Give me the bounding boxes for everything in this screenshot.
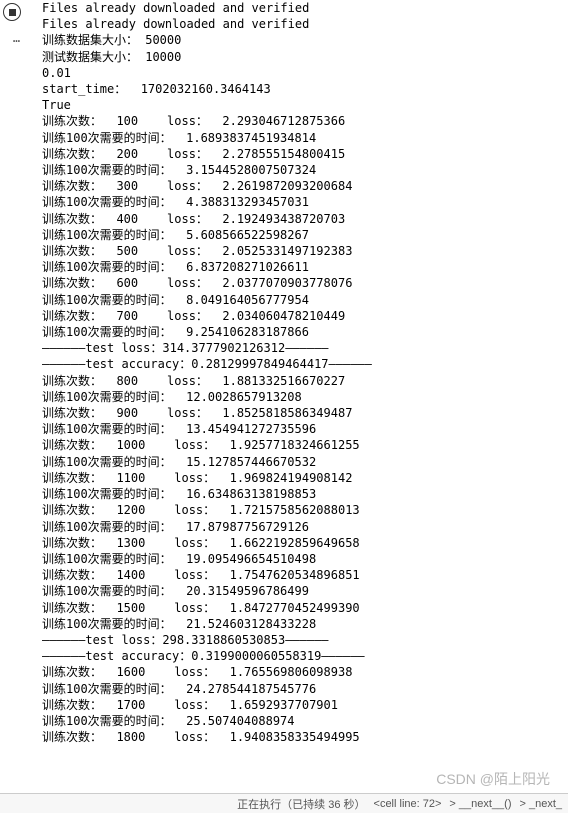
more-icon[interactable]: … bbox=[3, 31, 31, 45]
status-bar: 正在执行（已持续 36 秒） <cell line: 72> > __next_… bbox=[0, 793, 568, 813]
stop-icon[interactable] bbox=[3, 3, 21, 21]
status-next2: > _next_ bbox=[519, 798, 562, 810]
watermark: CSDN @陌上阳光 bbox=[436, 769, 550, 789]
status-running: 正在执行（已持续 36 秒） bbox=[237, 796, 365, 812]
cell-gutter: … bbox=[3, 0, 31, 45]
status-next1: > __next__() bbox=[449, 798, 511, 810]
status-cell: <cell line: 72> bbox=[374, 798, 442, 810]
cell-output: Files already downloaded and verified Fi… bbox=[42, 0, 559, 790]
